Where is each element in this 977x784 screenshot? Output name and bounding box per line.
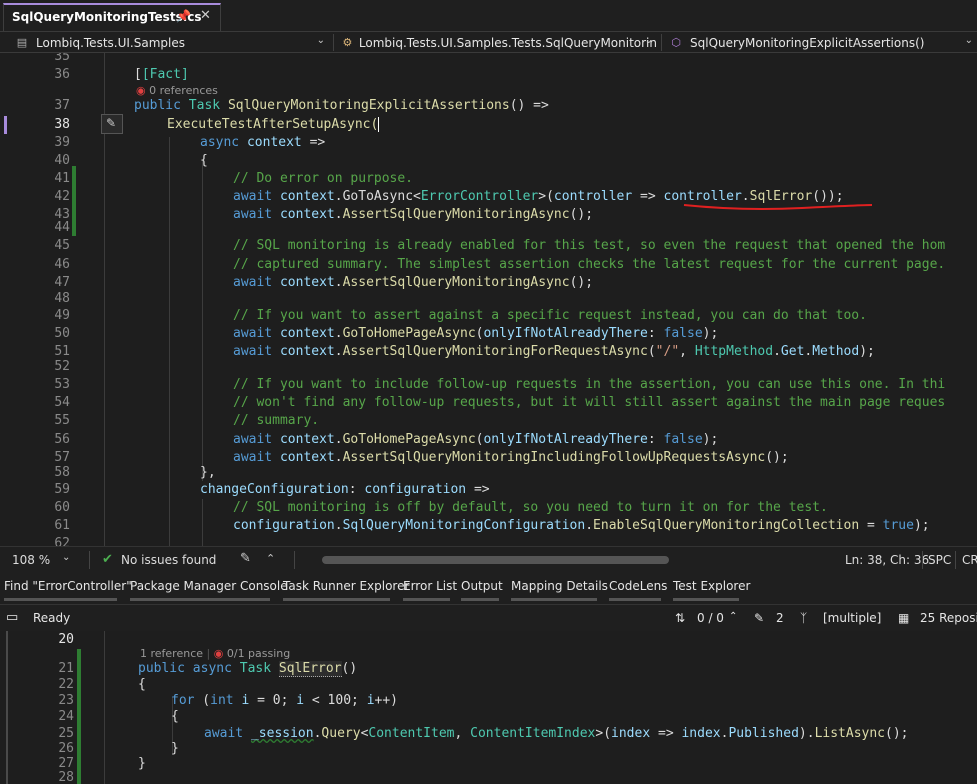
branch-name[interactable]: [multiple]: [823, 611, 881, 625]
document-tab-label: SqlQueryMonitoringTests.cs: [12, 10, 202, 24]
code-line: 39 async context =>: [54, 135, 326, 150]
line-number: 36: [54, 67, 70, 82]
check-circle-icon: ✔: [102, 552, 113, 567]
class-icon: ⚙: [342, 36, 353, 49]
code-text: [[Fact]: [134, 67, 189, 82]
tab-output[interactable]: Output: [461, 579, 503, 593]
tab-find-results[interactable]: Find "ErrorController": [4, 579, 132, 593]
tab-codelens[interactable]: CodeLens: [609, 579, 667, 593]
code-line: 54 // won't find any follow-up requests,…: [54, 395, 946, 410]
nav-divider: [661, 34, 662, 51]
zoom-level[interactable]: 108 %: [12, 553, 50, 567]
code-text: ExecuteTestAfterSetupAsync(: [167, 116, 388, 134]
code-editor-bottom[interactable]: 20 1 reference | ◉ 0/1 passing 21 public…: [0, 631, 977, 784]
code-line: 60 // SQL monitoring is off by default, …: [54, 500, 828, 515]
code-line: 55 // summary.: [54, 413, 320, 428]
codelens-tests-label: 0/1 passing: [226, 647, 291, 660]
code-line: 61 configuration.SqlQueryMonitoringConfi…: [54, 518, 930, 533]
line-number: 38: [54, 117, 70, 132]
codelens-references-label: 1 reference: [140, 647, 204, 660]
code-text: public Task SqlQueryMonitoringExplicitAs…: [134, 98, 549, 113]
navigation-bar: ▤ Lombiq.Tests.UI.Samples ⌄ ⚙ Lombiq.Tes…: [0, 31, 977, 53]
method-icon: ⬡: [671, 36, 681, 49]
repositories-count[interactable]: 25 Reposito: [920, 611, 977, 625]
member-dropdown[interactable]: ⬡ SqlQueryMonitoringExplicitAssertions()…: [668, 32, 977, 53]
status-ready: Ready: [33, 611, 71, 625]
project-dropdown-label: Lombiq.Tests.UI.Samples: [36, 35, 185, 50]
codelens-references-label: 0 references: [149, 84, 218, 97]
nav-divider: [333, 34, 334, 51]
line-ending[interactable]: CR: [962, 553, 977, 567]
code-line: 53 // If you want to include follow-up r…: [54, 377, 946, 392]
repository-icon[interactable]: ▦: [898, 611, 909, 625]
document-tab-strip: SqlQueryMonitoringTests.cs 📌 ✕: [0, 0, 977, 31]
tab-mapping-details[interactable]: Mapping Details: [511, 579, 608, 593]
navigation-counter[interactable]: 0 / 0: [697, 611, 724, 625]
tab-error-list[interactable]: Error List: [403, 579, 457, 593]
chevron-down-icon: ⌄: [316, 35, 325, 46]
line-number: 37: [54, 98, 70, 113]
code-line-current: 38 ExecuteTestAfterSetupAsync(: [0, 116, 977, 134]
code-editor[interactable]: ✎ 35 36 [[Fact] ◉ 0 references 37 public…: [0, 53, 977, 546]
pencil-icon[interactable]: ✎: [754, 611, 764, 625]
whitespace-mode[interactable]: SPC: [928, 553, 951, 567]
pin-icon[interactable]: 📌: [176, 9, 191, 23]
code-line: 59 changeConfiguration: configuration =>: [54, 482, 490, 497]
branch-icon[interactable]: ᛉ: [800, 611, 807, 625]
tab-test-explorer[interactable]: Test Explorer: [673, 579, 750, 593]
horizontal-scrollbar[interactable]: [322, 556, 669, 564]
code-line: 56 await context.GoToHomePageAsync(onlyI…: [54, 432, 719, 447]
close-icon[interactable]: ✕: [200, 8, 211, 23]
code-line: 46 // captured summary. The simplest ass…: [54, 257, 946, 272]
cleanup-brush-icon[interactable]: ✎: [240, 551, 251, 566]
tab-package-manager-console[interactable]: Package Manager Console: [130, 579, 288, 593]
codelens-references[interactable]: ◉ 0 references: [136, 84, 218, 97]
chevron-up-icon[interactable]: ⌃: [266, 552, 275, 565]
document-tab[interactable]: SqlQueryMonitoringTests.cs 📌 ✕: [3, 3, 221, 31]
chevron-down-icon[interactable]: ⌄: [62, 552, 70, 563]
code-line: 24 {: [58, 709, 179, 724]
code-line: 36 [[Fact]: [0, 66, 977, 84]
code-line: 50 await context.GoToHomePageAsync(onlyI…: [54, 326, 719, 341]
code-line: 58 },: [54, 465, 216, 480]
codelens-bottom[interactable]: 1 reference | ◉ 0/1 passing: [140, 647, 290, 660]
pending-changes-count[interactable]: 2: [776, 611, 784, 625]
code-line: 49 // If you want to assert against a sp…: [54, 308, 867, 323]
code-line: 40 {: [54, 153, 208, 168]
chevron-down-icon: ⌄: [644, 35, 653, 46]
code-line: 45 // SQL monitoring is already enabled …: [54, 238, 946, 253]
tab-task-runner-explorer[interactable]: Task Runner Explorer: [283, 579, 409, 593]
status-bar: ▭ Ready ⇅ 0 / 0 ⌃ ✎ 2 ᛉ [multiple] ▦ 25 …: [0, 604, 977, 631]
chevron-down-icon: ⌄: [964, 35, 973, 46]
member-dropdown-label: SqlQueryMonitoringExplicitAssertions(): [690, 35, 925, 50]
tool-window-tabs: Find "ErrorController" Package Manager C…: [0, 574, 977, 604]
sort-arrows-icon[interactable]: ⇅: [675, 611, 685, 625]
project-dropdown[interactable]: ▤ Lombiq.Tests.UI.Samples ⌄: [14, 32, 329, 53]
notification-icon[interactable]: ▭: [6, 610, 18, 625]
code-line: 37 public Task SqlQueryMonitoringExplici…: [0, 97, 977, 115]
cursor-position[interactable]: Ln: 38, Ch: 36: [845, 553, 929, 567]
issues-status[interactable]: No issues found: [121, 553, 216, 567]
type-dropdown-label: Lombiq.Tests.UI.Samples.Tests.SqlQueryMo…: [358, 35, 657, 50]
chevron-up-icon[interactable]: ⌃: [729, 611, 737, 622]
csharp-project-icon: ▤: [16, 36, 28, 49]
type-dropdown[interactable]: ⚙ Lombiq.Tests.UI.Samples.Tests.SqlQuery…: [342, 32, 657, 53]
code-line: 41 // Do error on purpose.: [54, 171, 414, 186]
